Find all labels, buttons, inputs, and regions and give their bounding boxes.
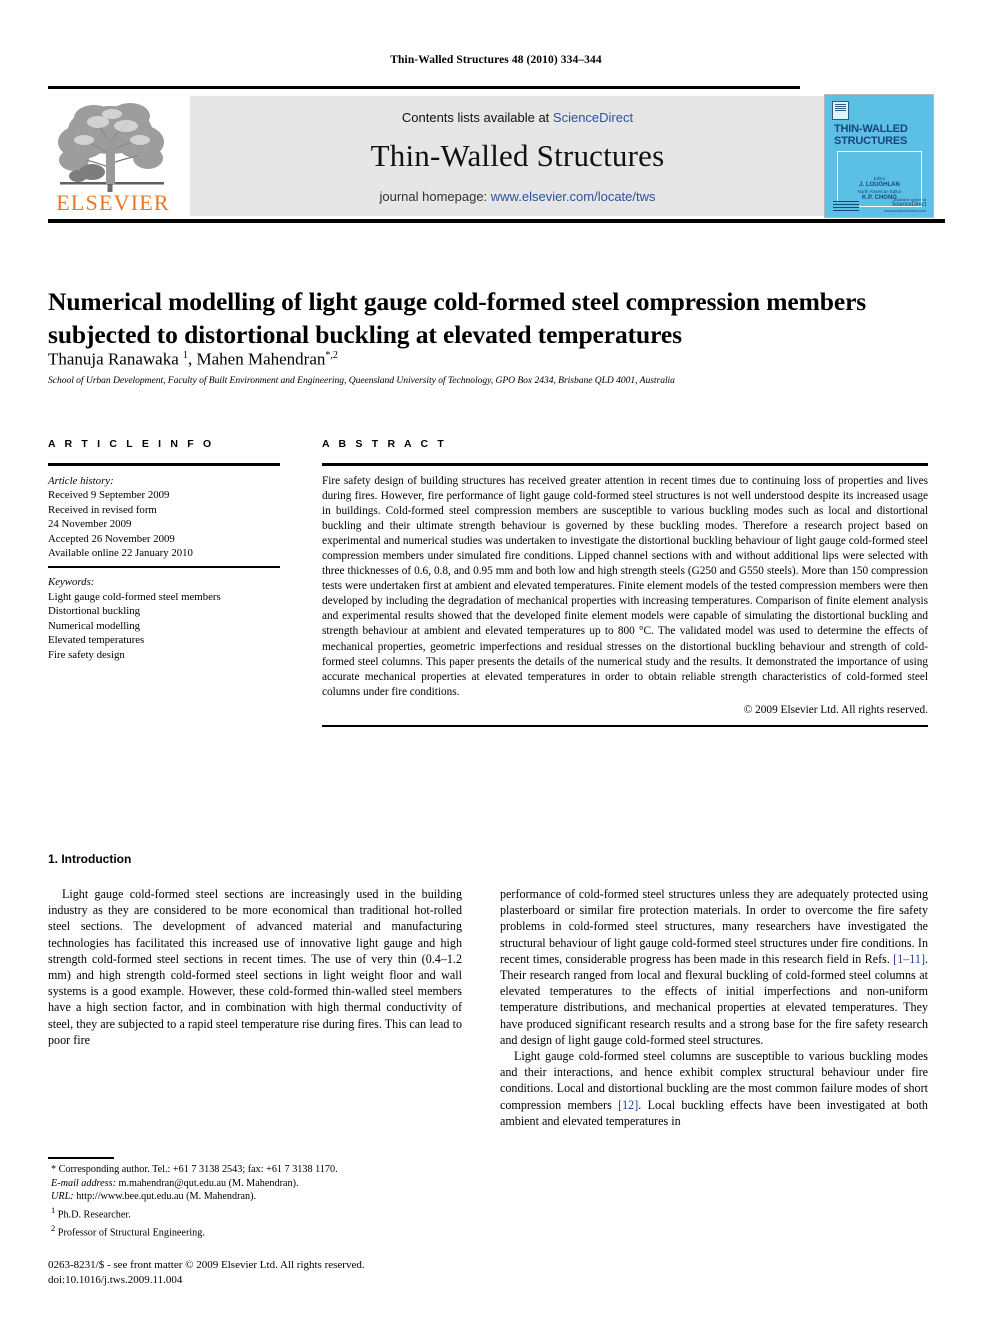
cover-editor: Editor J. LOUGHLAN — [838, 176, 921, 188]
keywords-block: Keywords: Light gauge cold-formed steel … — [48, 575, 280, 663]
cover-elsevier-mark-icon — [833, 201, 859, 212]
paragraph-part: performance of cold-formed steel structu… — [500, 887, 928, 966]
elsevier-wordmark: ELSEVIER — [56, 190, 170, 215]
footnote-block: * Corresponding author. Tel.: +61 7 3138… — [48, 1163, 462, 1240]
cover-publisher-badge-icon — [832, 101, 849, 120]
cover-sd-url: www.sciencedirect.com — [884, 208, 926, 213]
page-title: Numerical modelling of light gauge cold-… — [48, 287, 867, 350]
cover-editor-name: J. LOUGHLAN — [859, 182, 900, 188]
imprint-block: 0263-8231/$ - see front matter © 2009 El… — [48, 1258, 478, 1288]
keywords-label: Keywords: — [48, 576, 95, 589]
body-column-right: performance of cold-formed steel structu… — [500, 886, 928, 1129]
article-history: Article history: Received 9 September 20… — [48, 474, 280, 562]
cover-sciencedirect-mark: Available online at ScienceDirect www.sc… — [882, 197, 926, 213]
author-1: Thanuja Ranawaka — [48, 349, 183, 369]
paragraph: Light gauge cold-formed steel columns ar… — [500, 1048, 928, 1129]
abstract-text: Fire safety design of building structure… — [322, 474, 928, 698]
cover-title: THIN-WALLED STRUCTURES — [834, 123, 926, 147]
footnote-corresponding-author: * Corresponding author. Tel.: +61 7 3138… — [51, 1164, 338, 1175]
cover-coeditor-label: North American Editor — [857, 189, 902, 194]
keyword-item: Distortional buckling — [48, 605, 141, 618]
contents-prefix: Contents lists available at — [401, 110, 553, 125]
sciencedirect-link[interactable]: ScienceDirect — [553, 110, 633, 125]
footnote-url-label: URL: — [51, 1191, 74, 1203]
keyword-item: Numerical modelling — [48, 619, 141, 632]
homepage-prefix: journal homepage: — [379, 189, 491, 204]
journal-cover-thumbnail[interactable]: THIN-WALLED STRUCTURES Editor J. LOUGHLA… — [824, 94, 934, 218]
cover-title-line1: THIN-WALLED — [834, 123, 908, 135]
journal-masthead: ELSEVIER Contents lists available at Sci… — [48, 86, 945, 223]
elsevier-tree-icon — [58, 103, 164, 192]
footnote-url: URL: http://www.bee.qut.edu.au (M. Mahen… — [48, 1190, 462, 1204]
journal-homepage-link[interactable]: www.elsevier.com/locate/tws — [491, 189, 656, 204]
keyword-item: Elevated temperatures — [48, 634, 145, 647]
abstract-heading: A B S T R A C T — [322, 438, 447, 450]
cover-editor-label: Editor — [873, 176, 886, 181]
running-head: Thin-Walled Structures 48 (2010) 334–344 — [390, 54, 602, 66]
footnote-email: E-mail address: m.mahendran@qut.edu.au (… — [48, 1177, 462, 1191]
author-list: Thanuja Ranawaka 1, Mahen Mahendran*,2 — [48, 345, 928, 371]
abstract-rule-top — [322, 463, 928, 466]
cover-title-line2: STRUCTURES — [834, 135, 908, 147]
footnote-note-1: 1 Ph.D. Researcher. — [48, 1204, 462, 1222]
article-info-heading: A R T I C L E I N F O — [48, 438, 215, 450]
paragraph: Light gauge cold-formed steel sections a… — [48, 887, 462, 1047]
footnote-1-text: Ph.D. Researcher. — [55, 1209, 131, 1221]
abstract-rule-bottom — [322, 724, 928, 727]
article-history-label: Article history: — [48, 474, 114, 487]
masthead-bottom-rule — [48, 219, 945, 223]
footnote-url-value[interactable]: http://www.bee.qut.edu.au (M. Mahendran)… — [74, 1191, 256, 1202]
article-first-page: Thin-Walled Structures 48 (2010) 334–344 — [0, 0, 992, 1323]
affiliation: School of Urban Development, Faculty of … — [48, 375, 675, 386]
article-info-rule-top — [48, 463, 280, 466]
footnote-2-text: Professor of Structural Engineering. — [55, 1227, 205, 1239]
article-history-item: 24 November 2009 — [48, 518, 132, 531]
article-history-item: Received in revised form — [48, 503, 157, 516]
keyword-item: Fire safety design — [48, 649, 125, 662]
author-2: , Mahen Mahendran — [188, 349, 326, 369]
footnote-separator-rule — [48, 1157, 114, 1159]
paragraph-part: . Their research ranged from local and f… — [500, 951, 928, 1047]
body-column-left: Light gauge cold-formed steel sections a… — [48, 886, 462, 1048]
author-2-footnote-marker[interactable]: *,2 — [325, 350, 338, 361]
section-heading-introduction: 1. Introduction — [48, 852, 132, 866]
reference-link-1-11[interactable]: [1–11] — [893, 952, 925, 966]
footnote-note-2: 2 Professor of Structural Engineering. — [48, 1222, 462, 1240]
journal-band: Contents lists available at ScienceDirec… — [190, 96, 845, 216]
reference-link-12[interactable]: [12] — [618, 1098, 638, 1112]
abstract-copyright: © 2009 Elsevier Ltd. All rights reserved… — [743, 703, 928, 716]
paragraph: performance of cold-formed steel structu… — [500, 886, 928, 1048]
journal-homepage-line: journal homepage: www.elsevier.com/locat… — [190, 189, 845, 204]
article-history-item: Accepted 26 November 2009 — [48, 532, 175, 545]
abstract-column: A B S T R A C T Fire safety design of bu… — [322, 438, 928, 727]
keyword-item: Light gauge cold-formed steel members — [48, 590, 221, 603]
footnote-email-label: E-mail address: — [51, 1177, 116, 1189]
article-history-item: Available online 22 January 2010 — [48, 547, 193, 560]
masthead-top-rule — [48, 86, 800, 89]
imprint-front-matter: 0263-8231/$ - see front matter © 2009 El… — [48, 1259, 365, 1271]
imprint-doi[interactable]: doi:10.1016/j.tws.2009.11.004 — [48, 1273, 478, 1288]
contents-available-line: Contents lists available at ScienceDirec… — [190, 110, 845, 125]
footnote-email-value[interactable]: m.mahendran@qut.edu.au (M. Mahendran). — [116, 1178, 299, 1189]
article-info-rule-mid — [48, 566, 280, 569]
elsevier-logo: ELSEVIER — [48, 96, 178, 216]
article-info-column: A R T I C L E I N F O Article history: R… — [48, 438, 280, 663]
journal-title: Thin-Walled Structures — [370, 138, 665, 173]
article-history-item: Received 9 September 2009 — [48, 489, 170, 502]
